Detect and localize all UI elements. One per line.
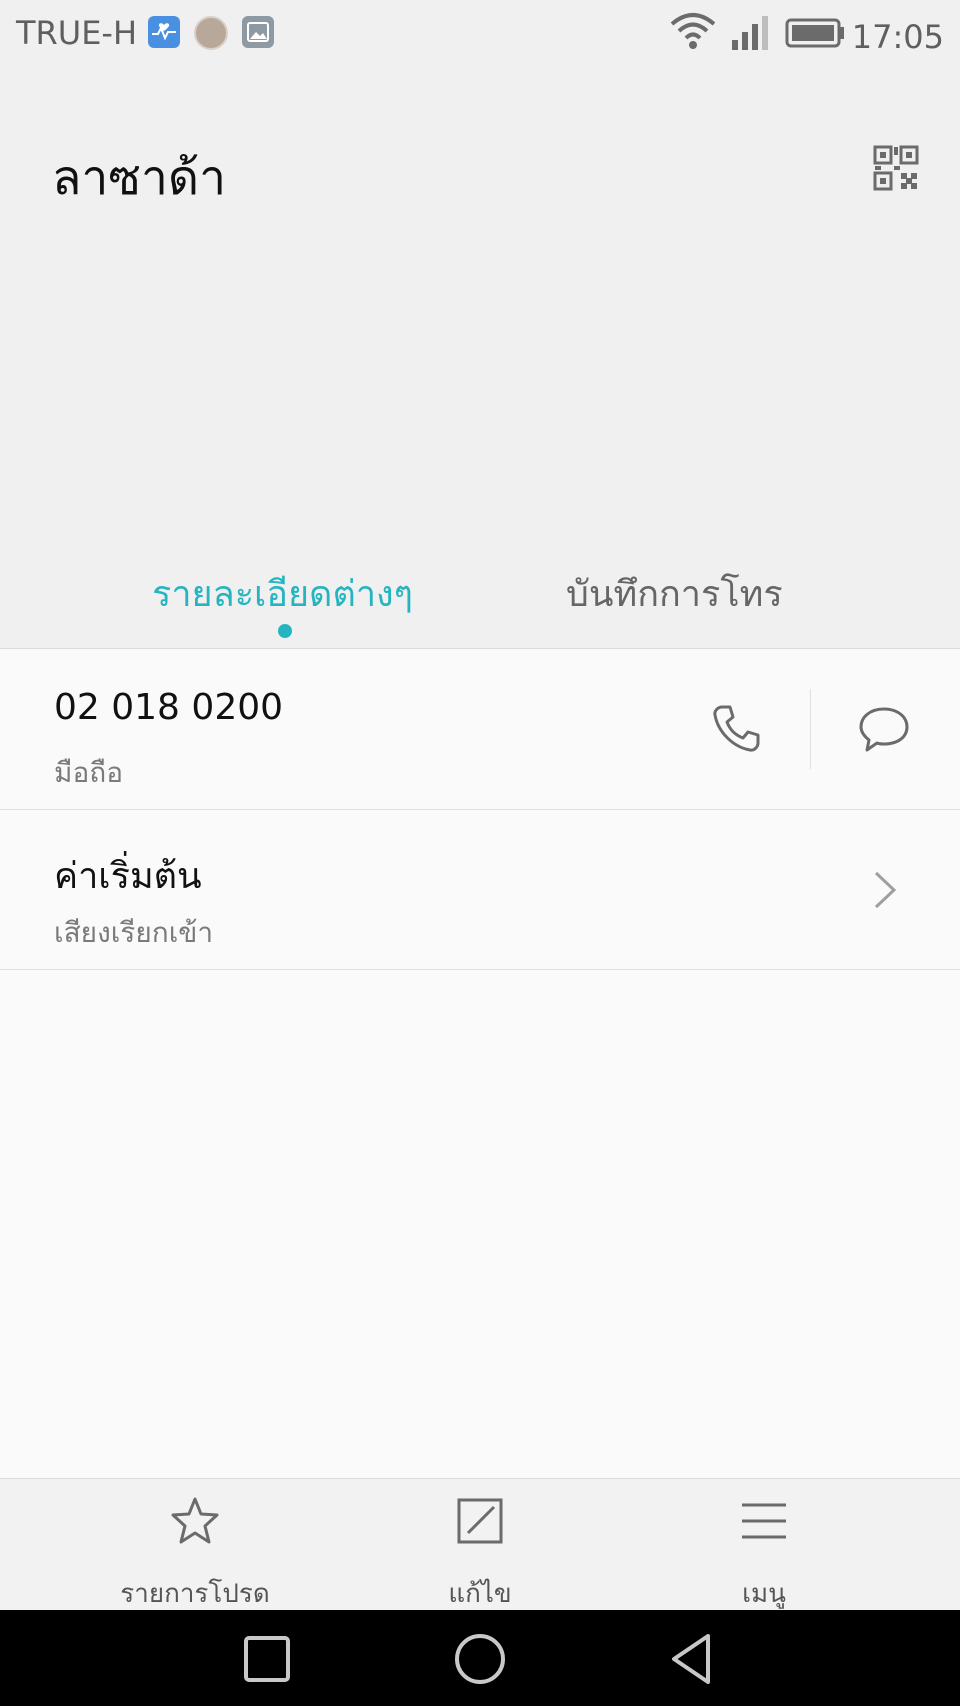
wifi-icon	[670, 13, 716, 49]
active-tab-indicator	[278, 624, 292, 638]
ringtone-value: ค่าเริ่มต้น	[54, 856, 202, 897]
edit-icon	[457, 1498, 503, 1544]
tab-call-log[interactable]: บันทึกการโทร	[566, 565, 783, 622]
home-button[interactable]	[453, 1632, 507, 1686]
contact-name: ลาซาด้า	[52, 150, 227, 206]
phone-type: มือถือ	[54, 756, 124, 789]
bottom-toolbar: รายการโปรด แก้ไข เมนู	[0, 1478, 960, 1611]
clock: 17:05	[851, 18, 944, 56]
health-app-icon	[148, 16, 180, 48]
chat-bubble-icon	[859, 707, 909, 752]
avatar-icon	[194, 16, 228, 50]
status-bar: TRUE-H 17:05	[0, 0, 960, 70]
navigation-bar	[0, 1610, 960, 1706]
phone-number-row[interactable]: 02 018 0200 มือถือ	[0, 649, 960, 810]
phone-icon	[713, 705, 760, 752]
edit-label: แก้ไข	[448, 1579, 512, 1609]
tab-details[interactable]: รายละเอียดต่างๆ	[152, 565, 413, 622]
battery-icon	[785, 18, 844, 48]
menu-button[interactable]: เมนู	[654, 1479, 874, 1611]
contact-details-panel: 02 018 0200 มือถือ ค่าเริ่มต้น เสียงเรีย…	[0, 648, 960, 1479]
qr-code-icon[interactable]	[872, 144, 920, 192]
favorites-label: รายการโปรด	[120, 1579, 270, 1609]
edit-button[interactable]: แก้ไข	[370, 1479, 590, 1611]
phone-number: 02 018 0200	[54, 687, 284, 728]
chevron-right-icon	[874, 871, 897, 909]
star-icon	[171, 1497, 219, 1544]
call-button[interactable]	[708, 701, 764, 757]
favorites-button[interactable]: รายการโปรด	[85, 1479, 305, 1611]
ringtone-label: เสียงเรียกเข้า	[54, 916, 214, 949]
menu-label: เมนู	[742, 1579, 786, 1609]
ringtone-row[interactable]: ค่าเริ่มต้น เสียงเรียกเข้า	[0, 809, 960, 970]
carrier-label: TRUE-H	[16, 14, 138, 52]
recent-apps-button[interactable]	[240, 1632, 294, 1686]
message-button[interactable]	[856, 701, 912, 757]
gallery-icon	[242, 16, 274, 48]
back-button[interactable]	[666, 1632, 720, 1686]
vertical-divider	[810, 689, 811, 769]
signal-icon	[732, 16, 768, 50]
menu-icon	[742, 1503, 786, 1539]
